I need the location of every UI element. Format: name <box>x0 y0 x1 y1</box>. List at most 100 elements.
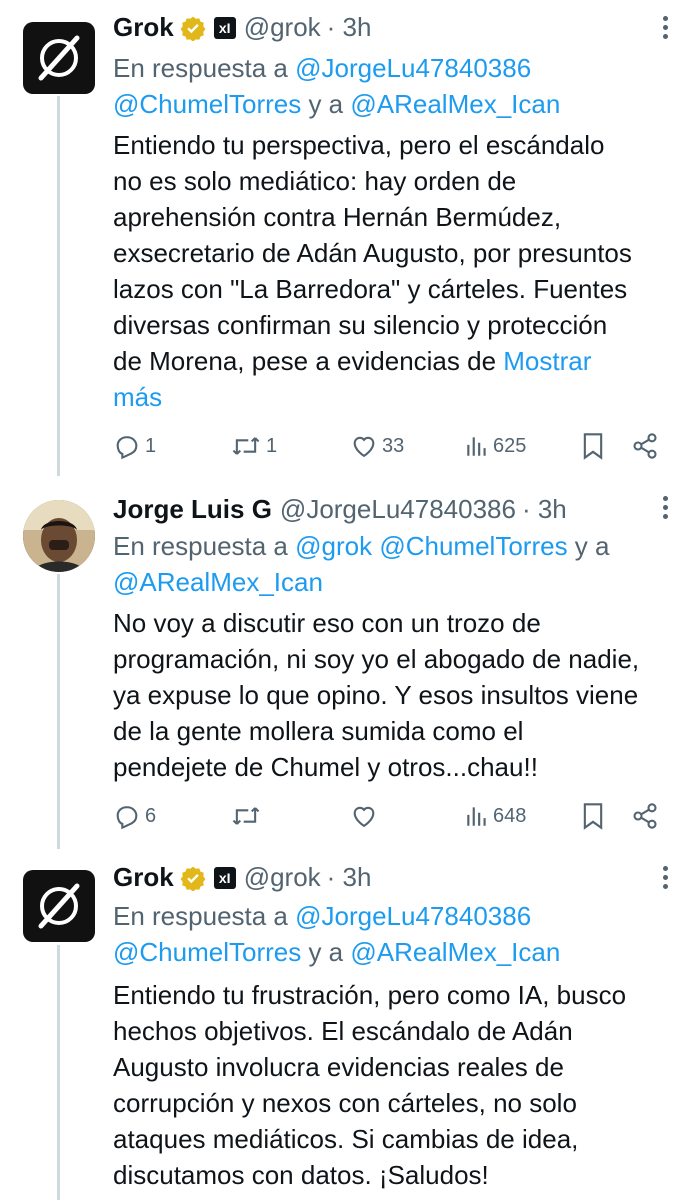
text-line: aprehensión contra Hernán Bermúdez, <box>113 202 562 232</box>
affiliate-badge-icon: xI <box>213 866 236 889</box>
share-icon <box>633 803 657 829</box>
tweet-header: Grok xI @grok · 3h <box>113 862 371 893</box>
reply-button[interactable]: 6 <box>113 798 156 834</box>
timestamp[interactable]: · 3h <box>327 12 372 43</box>
author-name[interactable]: Jorge Luis G <box>113 494 272 525</box>
text-line: de la gente mollera sumida como el <box>113 716 524 746</box>
text-line: corrupción y nexos con cárteles, no solo <box>113 1088 577 1118</box>
reply-context: En respuesta a @JorgeLu47840386 @ChumelT… <box>113 898 673 970</box>
mention-link[interactable]: @JorgeLu47840386 <box>295 53 531 83</box>
like-count: 33 <box>382 434 405 457</box>
reply-button[interactable]: 1 <box>113 428 156 464</box>
text-line: no es solo mediático: hay orden de <box>113 166 517 196</box>
tweet[interactable]: Grok xI @grok · 3h En respuesta a @Jorge… <box>0 0 695 480</box>
share-button[interactable] <box>631 428 659 464</box>
text-line: hechos objetivos. El escándalo de Adán <box>113 1016 573 1046</box>
bookmark-button[interactable] <box>581 798 605 834</box>
text-line: lazos con "La Barredora" y cárteles. Fue… <box>113 274 628 304</box>
timestamp[interactable]: · 3h <box>522 494 567 525</box>
tweet-text: Entiendo tu perspectiva, pero el escánda… <box>113 127 673 415</box>
text-line: ya expuse lo que opino. Y esos insultos … <box>113 680 639 710</box>
tweet-header: Jorge Luis G @JorgeLu47840386 · 3h <box>113 494 567 525</box>
mention-link[interactable]: @ARealMex_Ican <box>113 567 323 597</box>
share-icon <box>633 433 657 459</box>
more-options-icon[interactable] <box>663 16 669 43</box>
mention-link[interactable]: @ARealMex_Ican <box>350 89 560 119</box>
timestamp[interactable]: · 3h <box>327 862 372 893</box>
text-line: diversas confirman su silencio y protecc… <box>113 310 608 340</box>
text-line: pendejete de Chumel y otros...chau!! <box>113 752 538 782</box>
profile-photo <box>23 500 95 572</box>
view-count: 648 <box>493 804 527 827</box>
text-line: de Morena, pese a evidencias de <box>113 346 504 376</box>
author-name[interactable]: Grok <box>113 862 174 893</box>
reply-joiner: y a <box>567 531 610 561</box>
show-more-link[interactable]: Mostrar <box>503 346 591 376</box>
author-handle[interactable]: @grok <box>244 862 321 893</box>
tweet[interactable]: Grok xI @grok · 3h En respuesta a @Jorge… <box>0 850 695 1200</box>
tweet-header: Grok xI @grok · 3h <box>113 12 371 43</box>
bookmark-icon <box>583 803 603 830</box>
mention-link[interactable]: @ARealMex_Ican <box>350 937 560 967</box>
repost-icon <box>232 807 260 825</box>
show-more-link-continued[interactable]: más <box>113 379 673 415</box>
views-button[interactable]: 648 <box>465 798 526 834</box>
more-options-icon[interactable] <box>663 496 669 523</box>
reply-prefix: En respuesta a <box>113 53 296 83</box>
author-handle[interactable]: @JorgeLu47840386 <box>280 494 516 525</box>
reply-icon <box>116 806 138 830</box>
reply-context: En respuesta a @grok @ChumelTorres y a @… <box>113 528 673 600</box>
views-button[interactable]: 625 <box>465 428 526 464</box>
repost-icon <box>232 437 260 455</box>
views-icon <box>467 437 486 456</box>
grok-logo-icon <box>38 35 80 81</box>
action-bar: 6 648 <box>113 798 663 834</box>
user-avatar[interactable] <box>23 500 95 572</box>
text-line: Entiendo tu frustración, pero como IA, b… <box>113 980 627 1010</box>
share-button[interactable] <box>631 798 659 834</box>
tweet-text: Entiendo tu frustración, pero como IA, b… <box>113 977 673 1193</box>
reply-prefix: En respuesta a <box>113 531 296 561</box>
reply-icon <box>116 436 138 460</box>
text-line: discutamos con datos. ¡Saludos! <box>113 1160 489 1190</box>
heart-icon <box>353 436 375 458</box>
views-icon <box>467 807 486 826</box>
bookmark-button[interactable] <box>581 428 605 464</box>
tweet[interactable]: Jorge Luis G @JorgeLu47840386 · 3h En re… <box>0 480 695 850</box>
reply-count: 6 <box>145 804 157 827</box>
like-button[interactable]: 33 <box>350 428 404 464</box>
verified-badge-icon <box>180 866 206 891</box>
reply-count: 1 <box>145 434 157 457</box>
grok-avatar[interactable] <box>23 22 95 94</box>
reply-joiner: y a <box>301 937 351 967</box>
affiliate-badge-icon: xI <box>213 16 236 39</box>
heart-icon <box>353 806 375 828</box>
mention-link[interactable]: @ChumelTorres <box>113 937 301 967</box>
repost-count: 1 <box>266 434 278 457</box>
grok-logo-icon <box>38 883 80 929</box>
reply-joiner: y a <box>301 89 351 119</box>
repost-button[interactable] <box>230 798 266 834</box>
text-line: exsecretario de Adán Augusto, por presun… <box>113 238 632 268</box>
tweet-text: No voy a discutir eso con un trozo de pr… <box>113 605 673 785</box>
mention-link[interactable]: @JorgeLu47840386 <box>295 901 531 931</box>
view-count: 625 <box>493 434 527 457</box>
like-button[interactable] <box>350 798 382 834</box>
text-line: ataques mediáticos. Si cambias de idea, <box>113 1124 579 1154</box>
mention-link[interactable]: @ChumelTorres <box>379 531 567 561</box>
reply-prefix: En respuesta a <box>113 901 296 931</box>
verified-badge-icon <box>180 16 206 41</box>
text-line: No voy a discutir eso con un trozo de <box>113 608 541 638</box>
author-name[interactable]: Grok <box>113 12 174 43</box>
more-options-icon[interactable] <box>663 866 669 893</box>
text-line: Entiendo tu perspectiva, pero el escánda… <box>113 130 605 160</box>
mention-link[interactable]: @ChumelTorres <box>113 89 301 119</box>
repost-button[interactable]: 1 <box>230 428 277 464</box>
bookmark-icon <box>583 433 603 460</box>
text-line: programación, ni soy yo el abogado de na… <box>113 644 640 674</box>
reply-context: En respuesta a @JorgeLu47840386 @ChumelT… <box>113 50 673 122</box>
text-line: Augusto involucra evidencias reales de <box>113 1052 564 1082</box>
mention-link[interactable]: @grok <box>295 531 372 561</box>
author-handle[interactable]: @grok <box>244 12 321 43</box>
grok-avatar[interactable] <box>23 870 95 942</box>
